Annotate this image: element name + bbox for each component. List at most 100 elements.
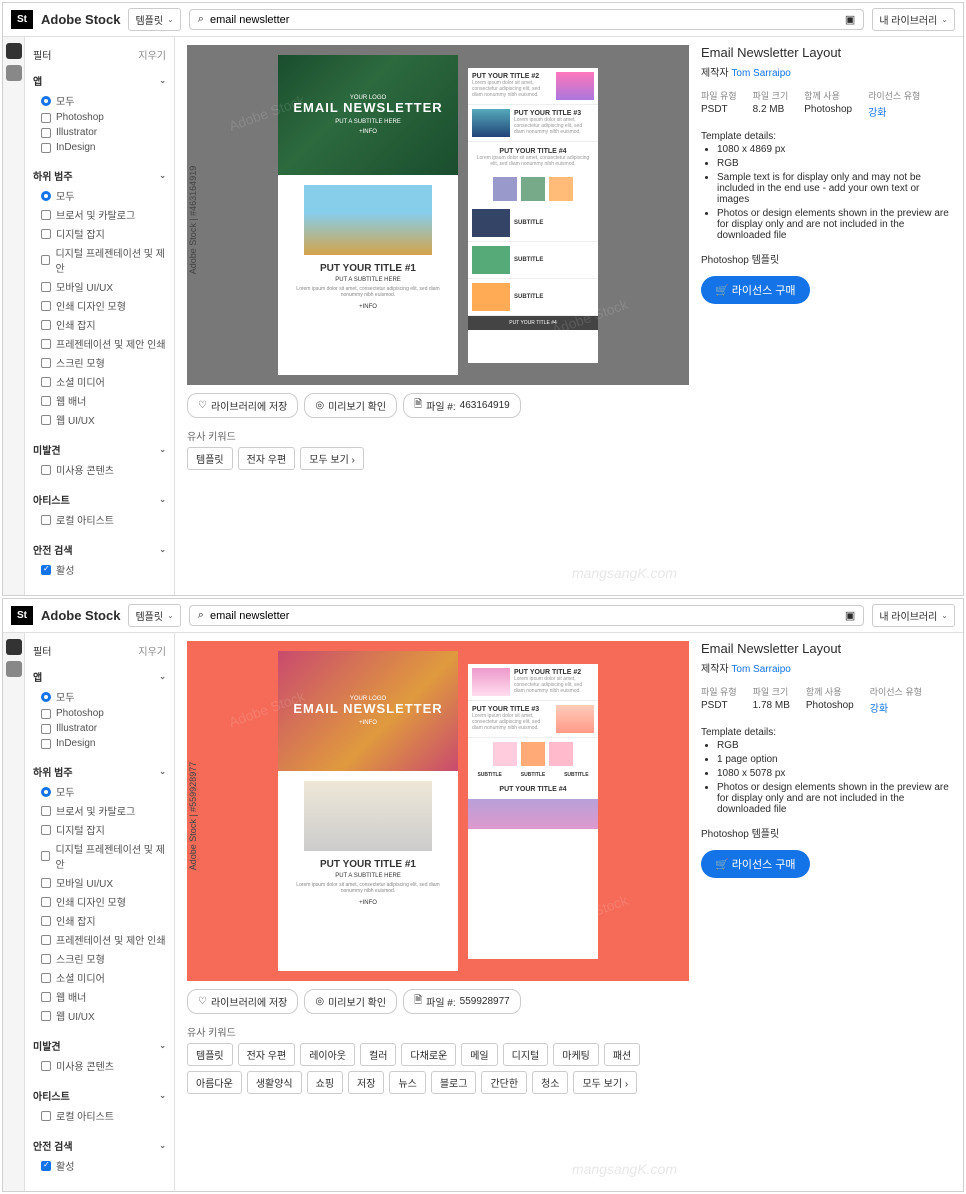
opt-active[interactable]: 활성 [33, 1156, 166, 1175]
keyword-tag[interactable]: 전자 우편 [238, 1043, 296, 1066]
keyword-tag[interactable]: 청소 [532, 1071, 568, 1094]
category-dropdown[interactable]: 템플릿⌄ [128, 8, 180, 31]
view-icon[interactable] [6, 65, 22, 81]
brand: Adobe Stock [41, 608, 120, 623]
subcat-option[interactable]: 프레젠테이션 및 제안 인쇄 [33, 334, 166, 353]
opt-unused[interactable]: 미사용 콘텐츠 [33, 1056, 166, 1075]
subcat-option[interactable]: 인쇄 잡지 [33, 911, 166, 930]
group-artist[interactable]: 아티스트⌄ [33, 489, 166, 510]
keyword-tag[interactable]: 템플릿 [187, 1043, 233, 1066]
keyword-tag[interactable]: 아름다운 [187, 1071, 242, 1094]
search-bar[interactable]: ⌕ ▣ [189, 605, 865, 626]
search-input[interactable] [210, 610, 839, 622]
opt-local-artist[interactable]: 로컬 아티스트 [33, 510, 166, 529]
keyword-tag[interactable]: 모두 보기 › [573, 1071, 637, 1094]
opt-all[interactable]: 모두 [33, 687, 166, 706]
opt-photoshop[interactable]: Photoshop [33, 110, 166, 125]
group-safe[interactable]: 안전 검색⌄ [33, 539, 166, 560]
opt-indesign[interactable]: InDesign [33, 140, 166, 155]
opt-unused[interactable]: 미사용 콘텐츠 [33, 460, 166, 479]
keyword-tag[interactable]: 패션 [604, 1043, 640, 1066]
filter-icon[interactable] [6, 639, 22, 655]
group-subcat[interactable]: 하위 범주⌄ [33, 165, 166, 186]
subcat-option[interactable]: 모바일 UI/UX [33, 873, 166, 892]
subcat-option[interactable]: 디지털 프레젠테이션 및 제안 [33, 243, 166, 277]
author-link[interactable]: Tom Sarraipo [731, 664, 790, 675]
group-safe[interactable]: 안전 검색⌄ [33, 1135, 166, 1156]
file-id-button[interactable]: 🗎파일 #: 463164919 [403, 393, 521, 418]
subcat-option[interactable]: 소셜 미디어 [33, 372, 166, 391]
keyword-tag[interactable]: 쇼핑 [307, 1071, 343, 1094]
keyword-tag[interactable]: 다채로운 [401, 1043, 456, 1066]
file-id-button[interactable]: 🗎파일 #: 559928977 [403, 989, 521, 1014]
keyword-tag[interactable]: 뉴스 [389, 1071, 425, 1094]
group-app[interactable]: 앱⌄ [33, 70, 166, 91]
subcat-option[interactable]: 디지털 잡지 [33, 820, 166, 839]
subcat-option[interactable]: 스크린 모형 [33, 353, 166, 372]
template-details-label: Template details: [701, 727, 951, 738]
detail-bullet: 1080 x 5078 px [717, 768, 951, 779]
library-dropdown[interactable]: 내 라이브러리⌄ [872, 604, 955, 627]
chevron-down-icon: ⌄ [159, 1041, 166, 1050]
search-input[interactable] [210, 14, 839, 26]
opt-photoshop[interactable]: Photoshop [33, 706, 166, 721]
group-undiscovered[interactable]: 미발견⌄ [33, 1035, 166, 1056]
search-bar[interactable]: ⌕ ▣ [189, 9, 865, 30]
subcat-option[interactable]: 프레젠테이션 및 제안 인쇄 [33, 930, 166, 949]
group-subcat[interactable]: 하위 범주⌄ [33, 761, 166, 782]
view-icon[interactable] [6, 661, 22, 677]
subcat-option[interactable]: 웹 UI/UX [33, 410, 166, 429]
subcat-option[interactable]: 스크린 모형 [33, 949, 166, 968]
opt-all-sub[interactable]: 모두 [33, 186, 166, 205]
keyword-tag[interactable]: 컬러 [360, 1043, 396, 1066]
license-buy-button[interactable]: 🛒 라이선스 구매 [701, 276, 810, 304]
keyword-tag[interactable]: 메일 [461, 1043, 497, 1066]
subcat-option[interactable]: 브로서 및 카탈로그 [33, 801, 166, 820]
keyword-tag[interactable]: 모두 보기 › [300, 447, 364, 470]
subcat-option[interactable]: 인쇄 잡지 [33, 315, 166, 334]
subcat-option[interactable]: 웹 배너 [33, 987, 166, 1006]
keyword-tag[interactable]: 마케팅 [553, 1043, 599, 1066]
subcat-option[interactable]: 웹 UI/UX [33, 1006, 166, 1025]
preview-button[interactable]: ◎미리보기 확인 [304, 989, 397, 1014]
keyword-tag[interactable]: 블로그 [431, 1071, 477, 1094]
keyword-tag[interactable]: 레이아웃 [300, 1043, 355, 1066]
group-artist[interactable]: 아티스트⌄ [33, 1085, 166, 1106]
opt-illustrator[interactable]: Illustrator [33, 125, 166, 140]
clear-filters[interactable]: 지우기 [138, 643, 166, 658]
subcat-option[interactable]: 모바일 UI/UX [33, 277, 166, 296]
visual-search-icon[interactable]: ▣ [845, 13, 855, 26]
clear-filters[interactable]: 지우기 [138, 47, 166, 62]
opt-local-artist[interactable]: 로컬 아티스트 [33, 1106, 166, 1125]
subcat-option[interactable]: 소셜 미디어 [33, 968, 166, 987]
filter-sidebar: 필터지우기 앱⌄ 모두 Photoshop Illustrator InDesi… [25, 37, 175, 595]
subcat-option[interactable]: 인쇄 디자인 모형 [33, 892, 166, 911]
opt-illustrator[interactable]: Illustrator [33, 721, 166, 736]
save-library-button[interactable]: ♡라이브러리에 저장 [187, 989, 298, 1014]
group-app[interactable]: 앱⌄ [33, 666, 166, 687]
keyword-tag[interactable]: 생활양식 [247, 1071, 302, 1094]
library-dropdown[interactable]: 내 라이브러리⌄ [872, 8, 955, 31]
subcat-option[interactable]: 브로서 및 카탈로그 [33, 205, 166, 224]
keyword-tag[interactable]: 저장 [348, 1071, 384, 1094]
visual-search-icon[interactable]: ▣ [845, 609, 855, 622]
opt-active[interactable]: 활성 [33, 560, 166, 579]
group-undiscovered[interactable]: 미발견⌄ [33, 439, 166, 460]
subcat-option[interactable]: 인쇄 디자인 모형 [33, 296, 166, 315]
keyword-tag[interactable]: 디지털 [503, 1043, 549, 1066]
save-library-button[interactable]: ♡라이브러리에 저장 [187, 393, 298, 418]
license-buy-button[interactable]: 🛒 라이선스 구매 [701, 850, 810, 878]
opt-all-sub[interactable]: 모두 [33, 782, 166, 801]
opt-all[interactable]: 모두 [33, 91, 166, 110]
subcat-option[interactable]: 디지털 프레젠테이션 및 제안 [33, 839, 166, 873]
keyword-tag[interactable]: 간단한 [481, 1071, 527, 1094]
opt-indesign[interactable]: InDesign [33, 736, 166, 751]
keyword-tag[interactable]: 전자 우편 [238, 447, 296, 470]
subcat-option[interactable]: 디지털 잡지 [33, 224, 166, 243]
preview-button[interactable]: ◎미리보기 확인 [304, 393, 397, 418]
author-link[interactable]: Tom Sarraipo [731, 68, 790, 79]
subcat-option[interactable]: 웹 배너 [33, 391, 166, 410]
filter-icon[interactable] [6, 43, 22, 59]
category-dropdown[interactable]: 템플릿⌄ [128, 604, 180, 627]
keyword-tag[interactable]: 템플릿 [187, 447, 233, 470]
